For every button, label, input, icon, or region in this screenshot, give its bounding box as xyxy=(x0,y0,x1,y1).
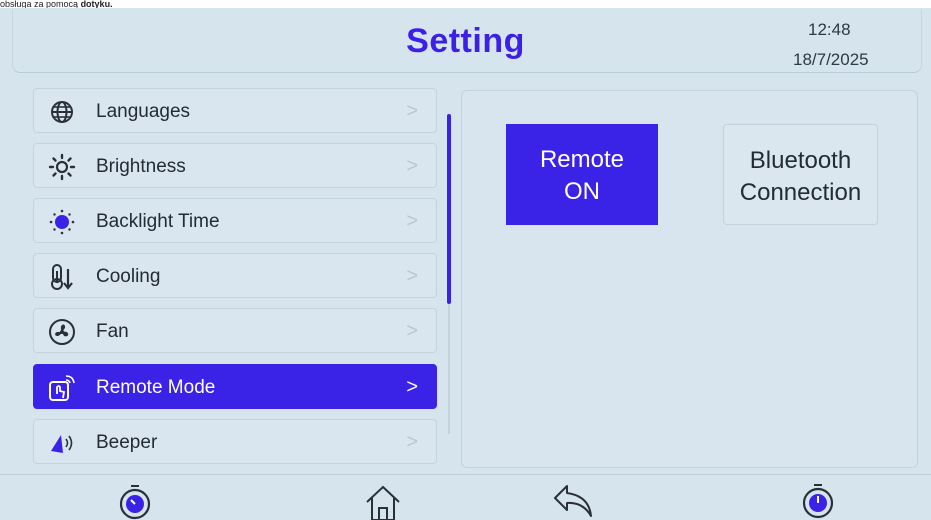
chevron-right-icon: > xyxy=(406,210,418,232)
menu-item-label: Cooling xyxy=(96,266,161,287)
menu-item-brightness[interactable]: Brightness > xyxy=(33,143,437,188)
menu-item-languages[interactable]: Languages > xyxy=(33,88,437,133)
remote-touch-icon xyxy=(48,374,76,402)
chevron-right-icon: > xyxy=(406,431,418,453)
menu-item-label: Fan xyxy=(96,321,129,342)
menu-item-label: Languages xyxy=(96,101,191,122)
timer-icon[interactable] xyxy=(800,483,836,520)
caption-text: obsługa za pomocą xyxy=(0,0,81,8)
menu-item-label: Brightness xyxy=(96,156,186,177)
menu-item-label: Backlight Time xyxy=(96,211,220,232)
device-screen: Setting 12:48 18/7/2025 Languages > Brig… xyxy=(0,8,931,520)
speaker-icon xyxy=(48,429,76,457)
globe-icon xyxy=(48,98,76,126)
caption: obsługa za pomocą dotyku. xyxy=(0,0,931,8)
menu-item-cooling[interactable]: Cooling > xyxy=(33,253,437,298)
scroll-track xyxy=(448,304,450,434)
fan-icon xyxy=(48,318,76,346)
bluetooth-connection-button[interactable]: Bluetooth Connection xyxy=(723,124,878,225)
clock-date: 18/7/2025 xyxy=(793,50,869,69)
sun-icon xyxy=(48,153,76,181)
caption-bold: dotyku. xyxy=(80,0,113,8)
dial-icon[interactable] xyxy=(117,484,153,520)
menu-item-label: Beeper xyxy=(96,432,158,453)
chevron-right-icon: > xyxy=(406,100,418,122)
menu-item-fan[interactable]: Fan > xyxy=(33,308,437,353)
bluetooth-button-line1: Bluetooth xyxy=(749,147,852,174)
chevron-right-icon: > xyxy=(406,155,418,177)
menu-item-label: Remote Mode xyxy=(96,377,216,398)
menu-scrollbar[interactable] xyxy=(447,114,451,304)
remote-on-button[interactable]: Remote ON xyxy=(506,124,658,225)
chevron-right-icon: > xyxy=(406,320,418,342)
chevron-right-icon: > xyxy=(406,265,418,287)
menu-item-beeper[interactable]: Beeper > xyxy=(33,419,437,464)
chevron-right-icon: > xyxy=(406,376,418,398)
backlight-icon xyxy=(48,208,76,236)
clock-time: 12:48 xyxy=(808,20,851,39)
remote-button-line2: ON xyxy=(564,178,600,205)
page-title: Setting xyxy=(406,22,525,60)
home-icon[interactable] xyxy=(363,484,403,520)
thermometer-icon xyxy=(48,263,76,291)
bluetooth-button-line2: Connection xyxy=(739,179,862,206)
back-icon[interactable] xyxy=(551,482,595,520)
menu-item-remote-mode[interactable]: Remote Mode > xyxy=(33,364,437,409)
menu-item-backlight-time[interactable]: Backlight Time > xyxy=(33,198,437,243)
remote-button-line1: Remote xyxy=(539,146,625,173)
